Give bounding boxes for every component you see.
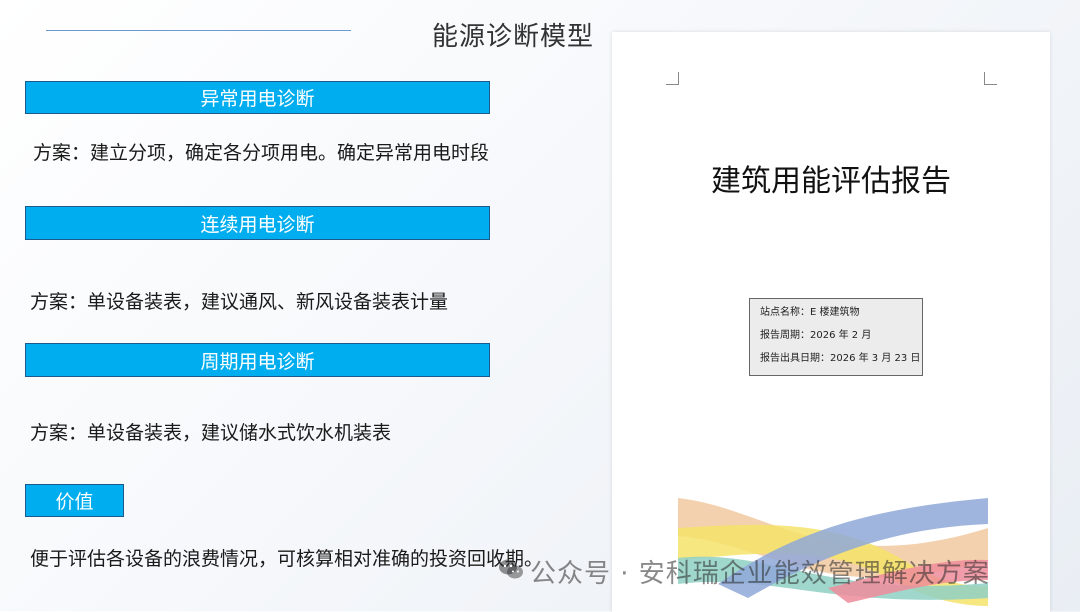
section-plan-abnormal: 方案：建立分项，确定各分项用电。确定异常用电时段 xyxy=(33,142,490,164)
slide-title: 能源诊断模型 xyxy=(432,22,595,52)
value-heading: 价值 xyxy=(25,484,124,517)
title-rule xyxy=(46,30,351,31)
crop-mark-top-right xyxy=(984,72,997,85)
section-heading-continuous: 连续用电诊断 xyxy=(25,206,490,240)
report-cover: 建筑用能评估报告 站点名称：E 楼建筑物 报告周期：2026 年 2 月 报告出… xyxy=(612,32,1050,612)
crop-mark-top-left xyxy=(666,72,679,85)
section-heading-abnormal: 异常用电诊断 xyxy=(25,81,490,114)
value-text: 便于评估各设备的浪费情况，可核算相对准确的投资回收期。 xyxy=(30,548,544,570)
section-plan-continuous: 方案：单设备装表，建议通风、新风设备装表计量 xyxy=(30,291,449,313)
report-issue-date: 报告出具日期：2026 年 3 月 23 日 xyxy=(760,353,921,364)
decorative-ribbons xyxy=(678,498,988,606)
wechat-icon xyxy=(498,557,524,587)
report-period: 报告周期：2026 年 2 月 xyxy=(760,330,872,341)
section-heading-periodic: 周期用电诊断 xyxy=(25,343,490,377)
report-title: 建筑用能评估报告 xyxy=(711,164,951,199)
watermark-text: 公众号 · 安科瑞企业能效管理解决方案 xyxy=(530,559,990,589)
section-plan-periodic: 方案：单设备装表，建议储水式饮水机装表 xyxy=(30,422,392,444)
watermark: 公众号 · 安科瑞企业能效管理解决方案 xyxy=(498,553,990,590)
report-site: 站点名称：E 楼建筑物 xyxy=(760,307,860,318)
report-info-box: 站点名称：E 楼建筑物 报告周期：2026 年 2 月 报告出具日期：2026 … xyxy=(749,298,923,376)
